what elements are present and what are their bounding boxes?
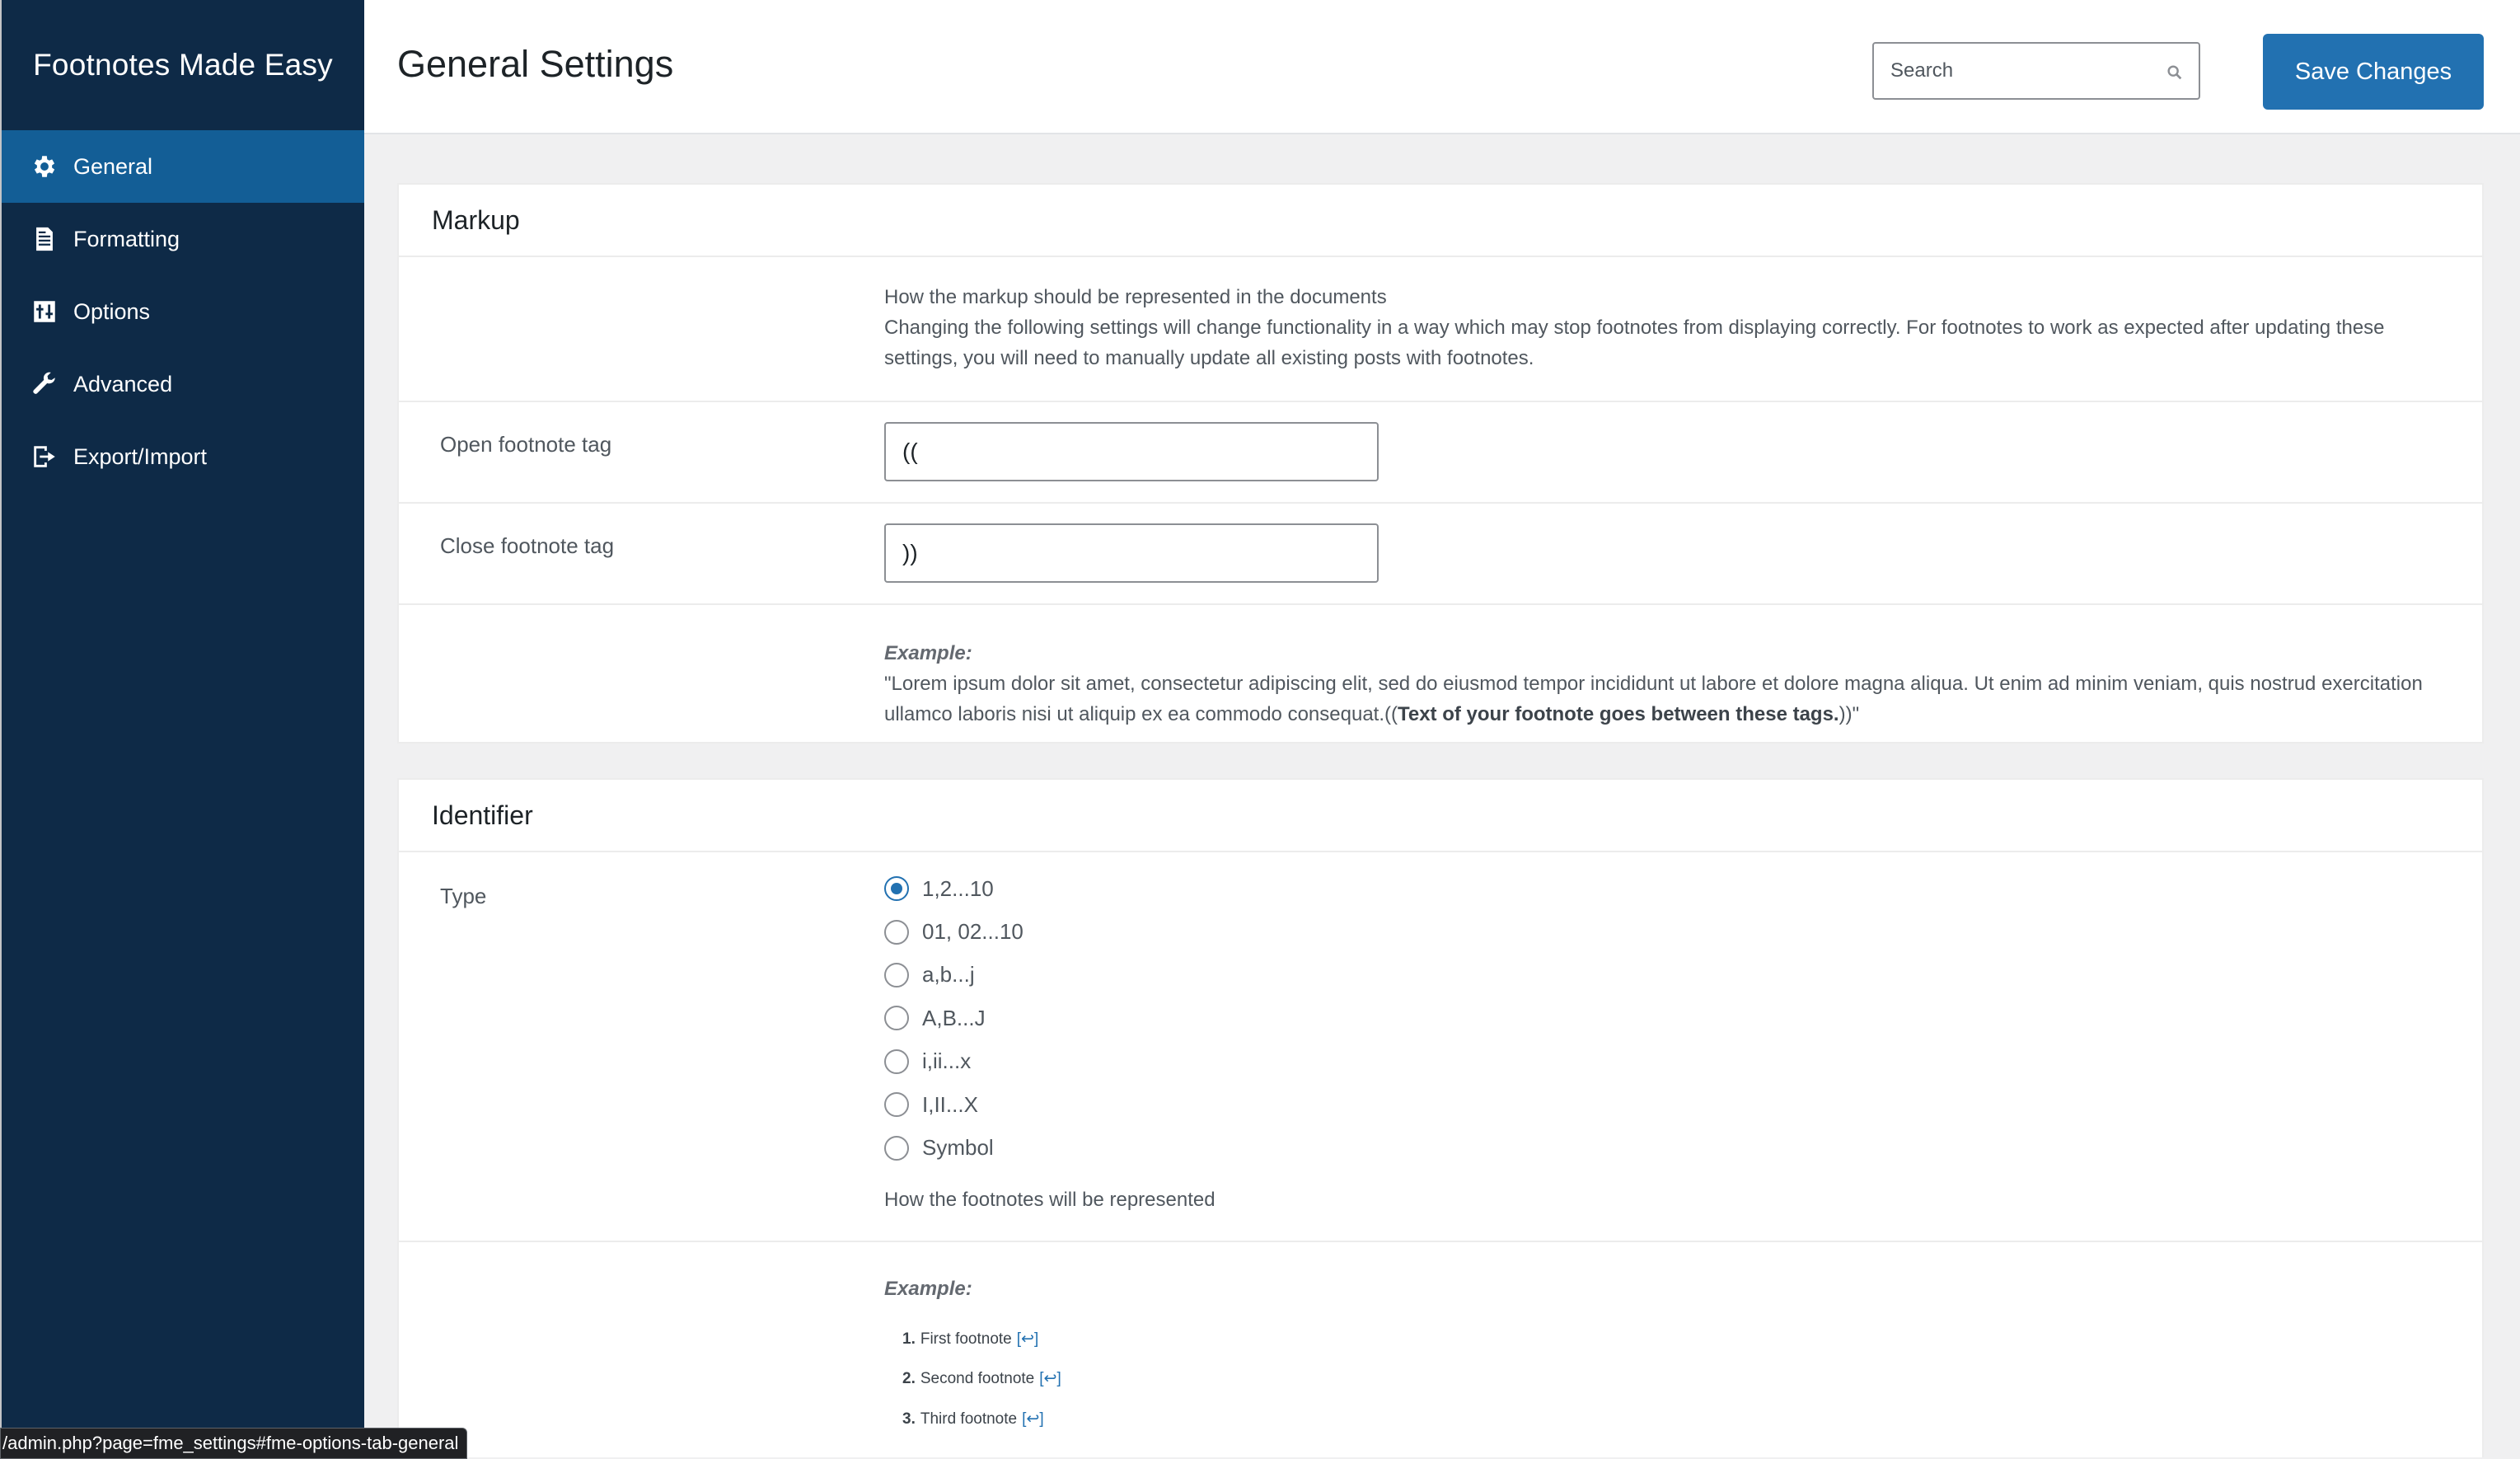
open-tag-row: Open footnote tag xyxy=(399,402,2482,504)
wrench-icon xyxy=(30,369,59,399)
type-label: Type xyxy=(440,884,487,908)
save-changes-button[interactable]: Save Changes xyxy=(2263,34,2484,110)
footnote-number: 2. xyxy=(902,1370,916,1388)
radio-button[interactable] xyxy=(884,1135,909,1161)
example-label: Example: xyxy=(884,1278,972,1300)
page-title: General Settings xyxy=(397,43,674,85)
markup-warning: Changing the following settings will cha… xyxy=(884,317,2385,369)
backlink-icon[interactable]: [↩] xyxy=(1039,1363,1061,1394)
gear-icon xyxy=(30,152,59,181)
identifier-type-row: Type 1,2...10 01, 02...10 a,b...j A,B...J i,… xyxy=(399,852,2482,1242)
identifier-type-option[interactable]: I,II...X xyxy=(884,1083,2482,1126)
status-bar-url: /admin.php?page=fme_settings#fme-options… xyxy=(0,1428,468,1459)
search-icon xyxy=(2167,65,2182,80)
identifier-type-option[interactable]: 1,2...10 xyxy=(884,867,2482,910)
radio-button[interactable] xyxy=(884,1049,909,1074)
section-title: Identifier xyxy=(399,780,2482,852)
backlink-icon[interactable]: [↩] xyxy=(1017,1324,1038,1354)
sidebar: Footnotes Made Easy General Formatting O… xyxy=(0,0,364,1457)
radio-button[interactable] xyxy=(884,1092,909,1118)
footnote-text: Second footnote xyxy=(920,1370,1035,1388)
search-input[interactable] xyxy=(1874,44,2154,98)
sidebar-item-general[interactable]: General xyxy=(2,130,364,203)
search-box xyxy=(1872,42,2200,100)
example-text-end: ))" xyxy=(1838,703,1860,725)
footnote-text: Third footnote xyxy=(920,1410,1018,1428)
radio-label: i,ii...x xyxy=(922,1049,972,1074)
identifier-type-option[interactable]: Symbol xyxy=(884,1126,2482,1169)
radio-label: 1,2...10 xyxy=(922,875,994,901)
identifier-section: Identifier Type 1,2...10 01, 02...10 a,b..… xyxy=(397,778,2484,1457)
close-tag-input[interactable] xyxy=(884,523,1379,583)
sidebar-item-formatting[interactable]: Formatting xyxy=(2,203,364,275)
open-tag-input[interactable] xyxy=(884,422,1379,481)
markup-section: Markup How the markup should be represen… xyxy=(397,183,2484,744)
close-tag-row: Close footnote tag xyxy=(399,504,2482,605)
markup-description-row: How the markup should be represented in … xyxy=(399,257,2482,402)
backlink-icon[interactable]: [↩] xyxy=(1022,1404,1043,1434)
plugin-brand: Footnotes Made Easy xyxy=(33,48,333,82)
open-tag-label: Open footnote tag xyxy=(440,432,612,457)
footnote-example-item: 1. First footnote [↩] xyxy=(884,1319,2482,1359)
sidebar-item-advanced[interactable]: Advanced xyxy=(2,348,364,420)
markup-description: How the markup should be represented in … xyxy=(884,286,1387,308)
export-icon xyxy=(30,442,59,471)
example-footnote-text: Text of your footnote goes between these… xyxy=(1397,703,1839,725)
footnote-number: 1. xyxy=(902,1330,916,1348)
radio-button[interactable] xyxy=(884,1006,909,1031)
identifier-help-text: How the footnotes will be represented xyxy=(884,1188,1216,1211)
footnote-example-item: 3. Third footnote [↩] xyxy=(884,1399,2482,1439)
identifier-type-option[interactable]: i,ii...x xyxy=(884,1040,2482,1083)
footnote-text: First footnote xyxy=(920,1330,1012,1348)
identifier-type-option[interactable]: a,b...j xyxy=(884,954,2482,997)
markup-example-row: Example: "Lorem ipsum dolor sit amet, co… xyxy=(399,605,2482,748)
section-title: Markup xyxy=(399,185,2482,257)
radio-label: 01, 02...10 xyxy=(922,919,1023,945)
sidebar-item-label: General xyxy=(73,153,153,179)
radio-button[interactable] xyxy=(884,876,909,902)
return-arrow-icon: ↩ xyxy=(1026,1410,1040,1428)
sidebar-item-label: Formatting xyxy=(73,226,180,251)
radio-label: Symbol xyxy=(922,1135,994,1161)
radio-button[interactable] xyxy=(884,919,909,945)
radio-label: a,b...j xyxy=(922,962,975,988)
identifier-type-option[interactable]: 01, 02...10 xyxy=(884,910,2482,953)
sidebar-item-label: Advanced xyxy=(73,371,173,396)
example-label: Example: xyxy=(884,642,972,664)
sidebar-item-label: Options xyxy=(73,298,151,324)
radio-label: I,II...X xyxy=(922,1091,978,1117)
radio-button[interactable] xyxy=(884,962,909,988)
footnote-example-item: 2. Second footnote [↩] xyxy=(884,1359,2482,1400)
sidebar-item-export-import[interactable]: Export/Import xyxy=(2,420,364,493)
sidebar-item-options[interactable]: Options xyxy=(2,275,364,348)
close-tag-label: Close footnote tag xyxy=(440,533,615,558)
identifier-type-radio-group: 1,2...10 01, 02...10 a,b...j A,B...J i,ii...… xyxy=(884,867,2482,1170)
page-header: General Settings Save Changes xyxy=(364,0,2520,134)
identifier-example-row: Example: 1. First footnote [↩] 2. Second foo… xyxy=(399,1242,2482,1457)
return-arrow-icon: ↩ xyxy=(1043,1370,1057,1388)
identifier-type-option[interactable]: A,B...J xyxy=(884,997,2482,1039)
footnote-number: 3. xyxy=(902,1410,916,1428)
sliders-icon xyxy=(30,297,59,326)
markup-example-text: "Lorem ipsum dolor sit amet, consectetur… xyxy=(884,669,2449,730)
radio-label: A,B...J xyxy=(922,1005,986,1030)
document-icon xyxy=(30,224,59,254)
return-arrow-icon: ↩ xyxy=(1021,1330,1034,1348)
sidebar-item-label: Export/Import xyxy=(73,443,208,469)
footnote-example-list: 1. First footnote [↩] 2. Second footnote [↩] 3… xyxy=(884,1319,2482,1439)
